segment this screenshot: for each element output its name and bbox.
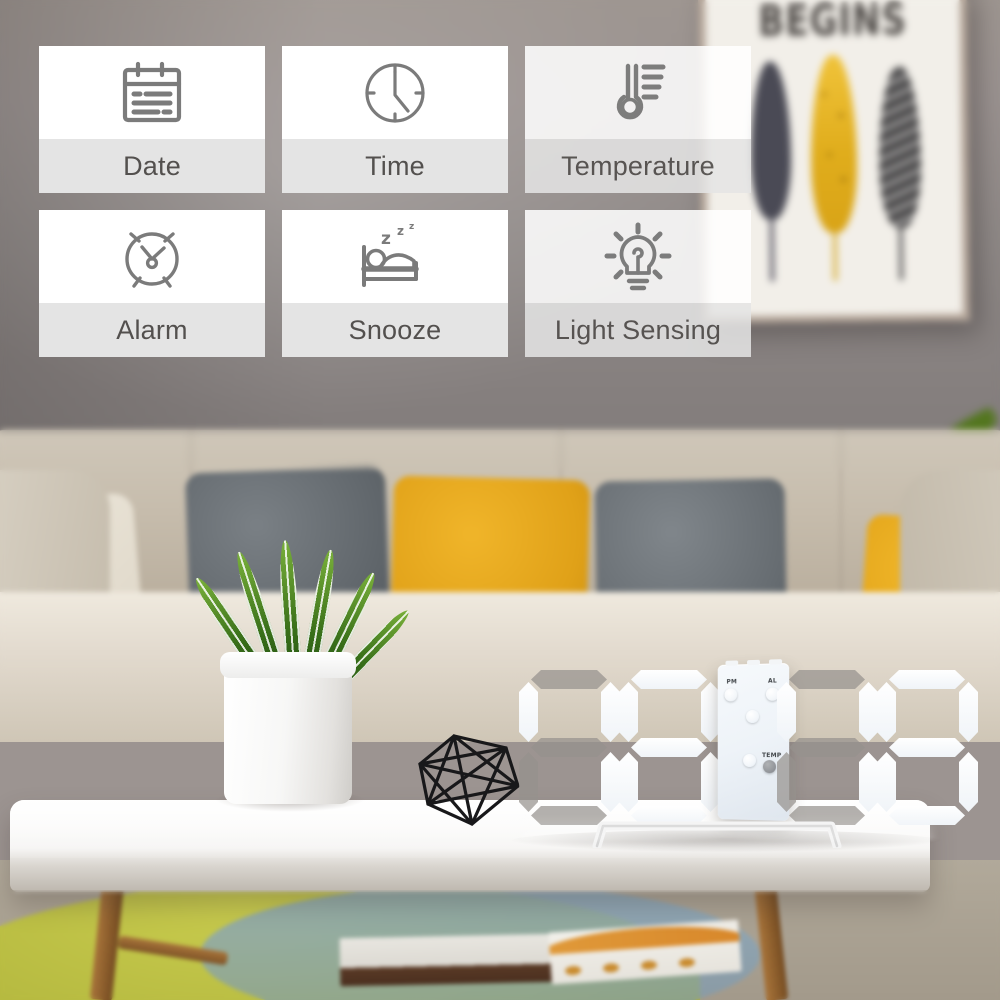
colon-dot-lower [743,753,756,768]
box-dot-1 [564,965,582,976]
segment-f [519,682,538,742]
segment-e [777,752,796,812]
segment-f [777,682,796,742]
segment-e [619,752,638,812]
led-digit-minutes-tens [769,662,885,832]
feature-label-time: Time [282,139,508,193]
feature-label-alarm: Alarm [39,303,265,357]
panel-tab-left [725,660,739,666]
feature-icon-wrap-snooze: z z z [282,210,508,303]
feature-label-light-sensing: Light Sensing [525,303,751,357]
pm-indicator-dot [724,688,738,702]
feature-card-grid: Date Time Temperature Alarm z z z Snooze… [39,46,751,357]
feature-label-temperature: Temperature [525,139,751,193]
segment-a [531,670,607,689]
segment-a [789,670,865,689]
panel-tab-center [747,659,760,666]
clock-table-reflection [521,813,933,840]
svg-text:z: z [397,224,404,238]
svg-text:z: z [381,229,391,249]
alarm-clock-icon [125,231,179,288]
segment-g [531,738,607,757]
clock-icon [365,62,425,123]
plant-pot-lid [220,652,356,678]
feature-card-temperature[interactable]: Temperature [525,46,751,193]
feature-card-alarm[interactable]: Alarm [39,210,265,357]
svg-text:z: z [409,222,414,232]
feature-icon-wrap-alarm [39,210,265,303]
segment-f [619,682,638,742]
feature-card-date[interactable]: Date [39,46,265,193]
calendar-icon [122,61,182,122]
segment-e [519,752,538,812]
led-digit-minutes-ones [869,662,985,832]
box-graphic-swoosh [548,920,742,956]
segment-g [789,738,865,757]
segment-e [877,752,896,812]
feature-icon-wrap-light-sensing [525,210,751,303]
box-dot-4 [678,957,696,968]
box-dot-2 [602,962,620,973]
colon-dot-upper [746,709,759,724]
led-digit-hours-ones [611,662,727,832]
panel-tab-right [768,659,783,665]
book-stack-left [339,933,561,987]
feature-card-snooze[interactable]: z z z Snooze [282,210,508,357]
feature-label-date: Date [39,139,265,193]
sleeping-person-icon: z z z [361,222,419,287]
feature-icon-wrap-temperature [525,46,751,139]
segment-b [959,682,978,742]
feature-icon-wrap-date [39,46,265,139]
segment-a [889,670,965,689]
thermometer-icon [616,63,666,119]
product-marketing-image: BEGINS PM AL TEMP Date Time Temperature … [0,0,1000,1000]
light-bulb-icon [604,222,672,290]
box-dot-3 [640,960,658,971]
sofa-seam-3 [840,430,842,600]
pm-indicator-label: PM [726,678,737,686]
segment-f [877,682,896,742]
segment-c [959,752,978,812]
feature-card-light-sensing[interactable]: Light Sensing [525,210,751,357]
feature-icon-wrap-time [282,46,508,139]
feature-card-time[interactable]: Time [282,46,508,193]
segment-a [631,670,707,689]
segment-g [631,738,707,757]
box-right [548,919,742,985]
lower-shelf-items [300,918,742,988]
segment-g [889,738,965,757]
led-digit-hours-tens [511,662,627,832]
feature-label-snooze: Snooze [282,303,508,357]
led-digital-clock: PM AL TEMP [505,659,985,852]
